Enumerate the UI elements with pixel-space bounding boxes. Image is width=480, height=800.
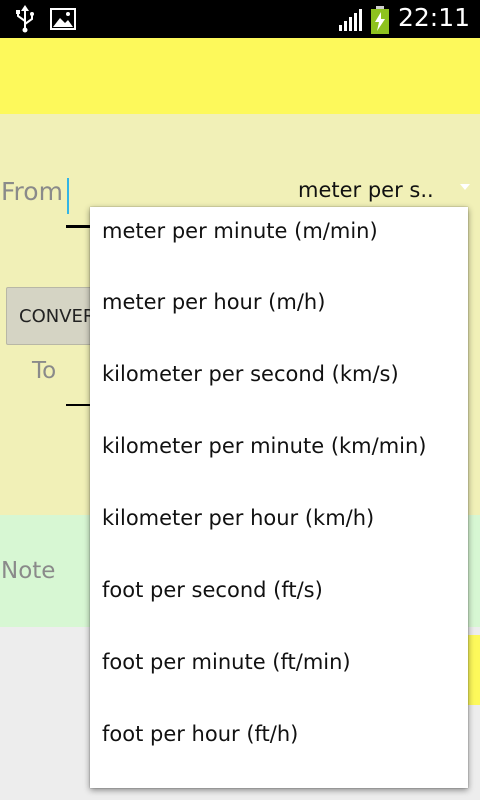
- to-value-output: [66, 404, 92, 406]
- dropdown-option[interactable]: meter per minute (m/min): [90, 207, 468, 266]
- status-bar: 22:11: [0, 0, 480, 38]
- dropdown-option[interactable]: kilometer per second (km/s): [90, 338, 468, 410]
- dropdown-option[interactable]: meter per hour (m/h): [90, 266, 468, 338]
- usb-icon: [16, 5, 34, 33]
- signal-icon: [339, 9, 362, 31]
- dropdown-option[interactable]: foot per second (ft/s): [90, 554, 468, 626]
- dropdown-option[interactable]: foot per hour (ft/h): [90, 698, 468, 770]
- bottom-bar: [468, 635, 480, 705]
- to-label: To: [32, 358, 57, 384]
- dropdown-option[interactable]: kilometer per minute (km/min): [90, 410, 468, 482]
- note-label: Note: [1, 558, 56, 584]
- clock: 22:11: [398, 3, 471, 32]
- from-value-input[interactable]: [66, 176, 92, 228]
- from-unit-spinner[interactable]: meter per s..: [298, 178, 434, 202]
- dropdown-option[interactable]: foot per minute (ft/min): [90, 626, 468, 698]
- convert-button[interactable]: CONVERT: [6, 287, 96, 345]
- spinner-arrow-icon[interactable]: [460, 184, 470, 190]
- text-cursor: [67, 178, 69, 214]
- battery-charging-icon: [371, 6, 389, 34]
- dropdown-option[interactable]: kilometer per hour (km/h): [90, 482, 468, 554]
- from-label: From: [1, 177, 63, 206]
- image-icon: [50, 8, 76, 30]
- unit-dropdown-list: meter per minute (m/min) meter per hour …: [90, 207, 468, 788]
- input-underline: [66, 225, 92, 228]
- header-bar: [0, 38, 480, 114]
